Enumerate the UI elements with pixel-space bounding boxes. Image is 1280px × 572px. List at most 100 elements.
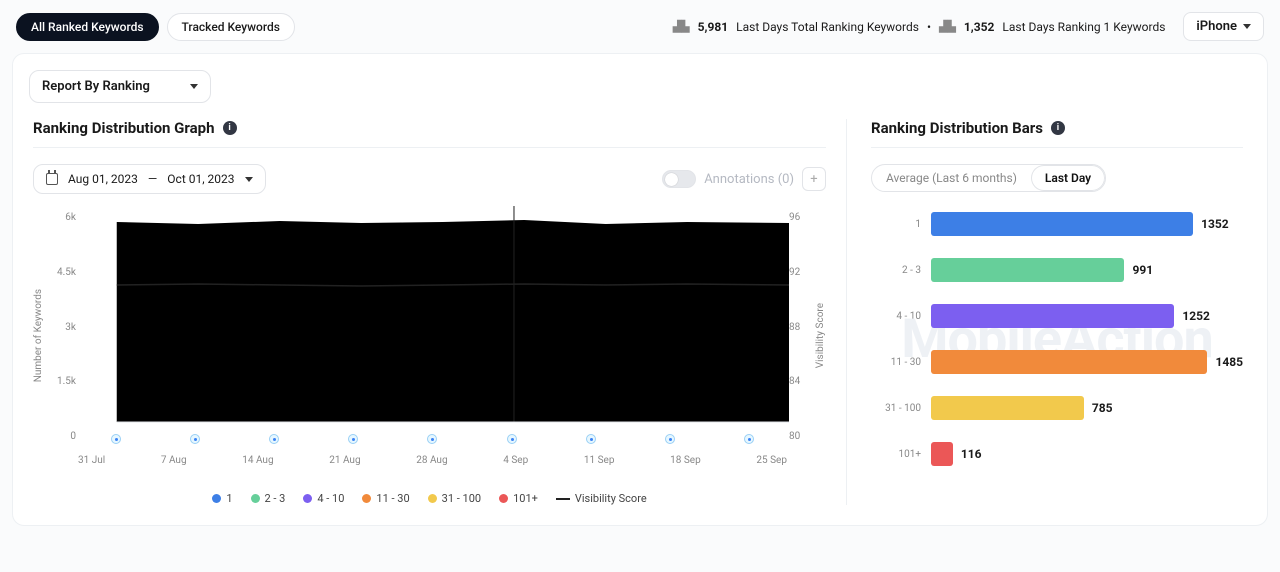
report-type-label: Report By Ranking [42,79,150,94]
device-select[interactable]: iPhone [1183,12,1264,41]
y-tick: 80 [789,431,815,442]
bar-label: 101+ [871,449,921,460]
marker-dot[interactable] [507,434,517,444]
stat-rank1-num: 1,352 [964,20,995,34]
marker-dot[interactable] [586,434,596,444]
date-dash: — [148,172,157,186]
chart-legend: 1 2 - 3 4 - 10 11 - 30 31 - 100 101+ Vis… [33,492,826,505]
header-stats: ▟▙ 5,981 Last Days Total Ranking Keyword… [673,12,1264,41]
legend-item-visibility[interactable]: Visibility Score [556,492,647,505]
bar-value: 1352 [1201,217,1229,231]
info-icon[interactable]: i [1051,121,1065,135]
bar-row-1: 1 1352 [871,212,1243,236]
legend-item-4-10[interactable]: 4 - 10 [303,492,344,505]
tab-tracked[interactable]: Tracked Keywords [167,13,295,41]
toggle-average[interactable]: Average (Last 6 months) [872,165,1031,191]
annotations-label: Annotations (0) [704,172,794,187]
device-label: iPhone [1196,19,1237,34]
y-axis-right: 96 92 88 84 80 [789,206,815,466]
bar-value: 991 [1132,263,1153,277]
podium-icon: ▟▙ [673,20,690,33]
marker-dot[interactable] [190,434,200,444]
date-from: Aug 01, 2023 [68,172,138,186]
marker-dot[interactable] [744,434,754,444]
date-to: Oct 01, 2023 [167,172,234,186]
bar-value: 1485 [1215,355,1243,369]
toggle-last-day[interactable]: Last Day [1031,165,1105,191]
y-tick: 96 [789,212,815,223]
area-chart-svg [76,206,789,442]
bar-value: 1252 [1182,309,1210,323]
y-tick: 88 [789,322,815,333]
bar-row-31-100: 31 - 100 785 [871,396,1243,420]
bar-label: 11 - 30 [871,357,921,368]
report-type-select[interactable]: Report By Ranking [29,70,211,103]
content-card: Report By Ranking Ranking Distribution G… [12,53,1268,526]
panel-title-text: Ranking Distribution Bars [871,119,1043,137]
bar-value: 116 [961,447,982,461]
annotations-controls: Annotations (0) + [662,167,826,191]
y-tick: 84 [789,376,815,387]
bar-label: 31 - 100 [871,403,921,414]
info-icon[interactable]: i [223,121,237,135]
podium-icon: ▟▙ [939,20,956,33]
legend-item-11-30[interactable]: 11 - 30 [362,492,409,505]
panel-title-text: Ranking Distribution Graph [33,119,215,137]
marker-dot[interactable] [665,434,675,444]
bar-value: 785 [1092,401,1113,415]
legend-item-2-3[interactable]: 2 - 3 [251,492,286,505]
stat-rank1-label: Last Days Ranking 1 Keywords [1002,20,1165,34]
bar-label: 2 - 3 [871,265,921,276]
area-chart: MobileAction Number of Keywords 6k 4.5k … [33,206,826,466]
tab-all-ranked[interactable]: All Ranked Keywords [16,13,159,41]
chevron-down-icon [1243,24,1251,29]
marker-dot[interactable] [111,434,121,444]
bar-row-2-3: 2 - 3 991 [871,258,1243,282]
x-tick: 25 Sep [756,455,787,466]
date-range-picker[interactable]: Aug 01, 2023 — Oct 01, 2023 [33,164,266,194]
y-tick: 3k [44,322,76,333]
stat-total-label: Last Days Total Ranking Keywords [736,20,919,34]
x-tick: 7 Aug [161,455,187,466]
y-tick: 0 [44,431,76,442]
y-axis-left-label: Number of Keywords [33,289,44,382]
chevron-down-icon [190,84,198,89]
keyword-tabs: All Ranked Keywords Tracked Keywords [16,13,295,41]
stat-separator: • [927,20,931,34]
panel-title-bars: Ranking Distribution Bars i [871,119,1065,137]
x-axis: 31 Jul 7 Aug 14 Aug 21 Aug 28 Aug 4 Sep … [76,455,789,466]
calendar-icon [46,173,58,185]
marker-dot[interactable] [427,434,437,444]
watermark: MobileAction [871,212,1243,466]
y-tick: 4.5k [44,267,76,278]
annotations-toggle[interactable] [662,170,696,188]
x-tick: 31 Jul [78,455,105,466]
legend-item-101[interactable]: 101+ [499,492,538,505]
y-tick: 6k [44,212,76,223]
bar-row-11-30: 11 - 30 1485 [871,350,1243,374]
y-axis-right-label: Visibility Score [815,303,826,368]
x-tick: 11 Sep [584,455,615,466]
x-tick: 4 Sep [503,455,528,466]
legend-item-31-100[interactable]: 31 - 100 [428,492,481,505]
add-annotation-button[interactable]: + [802,167,826,191]
bar-label: 4 - 10 [871,311,921,322]
panel-distribution-bars: Ranking Distribution Bars i Average (Las… [847,119,1267,505]
timeline-markers [76,434,789,444]
marker-dot[interactable] [348,434,358,444]
x-tick: 14 Aug [242,455,273,466]
bar-chart: MobileAction 1 1352 2 - 3 991 4 - 10 125… [871,212,1243,466]
y-tick: 1.5k [44,376,76,387]
bar-row-4-10: 4 - 10 1252 [871,304,1243,328]
stat-total-num: 5,981 [698,20,729,34]
y-tick: 92 [789,267,815,278]
bar-label: 1 [871,219,921,230]
panel-distribution-graph: Ranking Distribution Graph i Aug 01, 202… [13,119,847,505]
panel-title-graph: Ranking Distribution Graph i [33,119,237,137]
y-axis-left: 6k 4.5k 3k 1.5k 0 [44,206,76,466]
x-tick: 21 Aug [329,455,360,466]
legend-item-1[interactable]: 1 [212,492,232,505]
bar-row-101: 101+ 116 [871,442,1243,466]
marker-dot[interactable] [269,434,279,444]
bars-period-toggle: Average (Last 6 months) Last Day [871,164,1106,192]
